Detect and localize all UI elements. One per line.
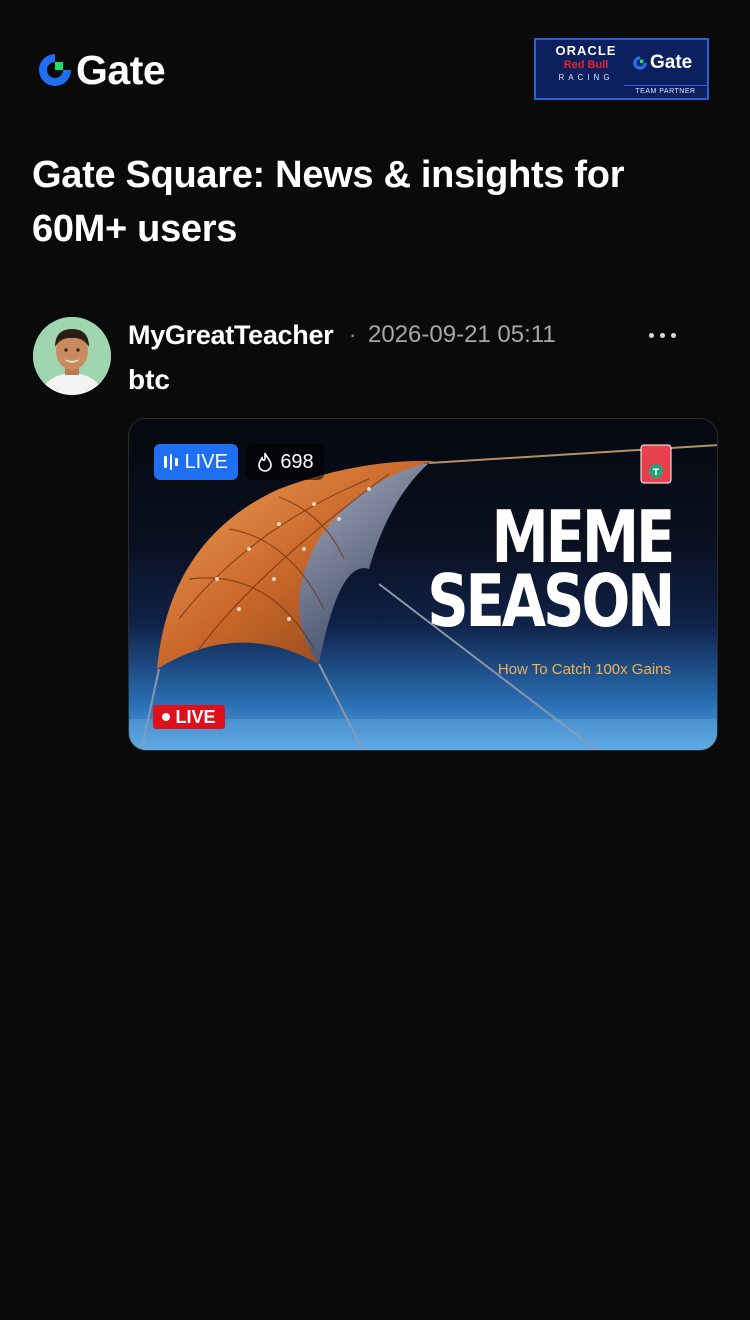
partner-banner[interactable]: ORACLE Red Bull RACING Gate TEAM PARTNER <box>534 38 709 100</box>
live-badge-label: LIVE <box>184 450 228 473</box>
partner-racing-logo: ORACLE Red Bull RACING <box>544 44 628 83</box>
heat-counter: 698 <box>246 444 324 480</box>
live-tag-label: LIVE <box>175 706 216 727</box>
partner-racing-text: RACING <box>558 73 614 82</box>
heat-count: 698 <box>280 450 314 473</box>
post-media-card[interactable]: LIVE 698 T MEME SEASON How To Catch 100x… <box>128 418 718 751</box>
media-headline: MEME SEASON <box>427 501 675 643</box>
partner-oracle-text: ORACLE <box>555 43 617 58</box>
headline-line-2: SEASON <box>427 559 675 643</box>
live-status-badge: LIVE <box>154 444 238 480</box>
svg-text:T: T <box>653 468 660 478</box>
post-author[interactable]: MyGreatTeacher <box>128 318 334 352</box>
partner-redbull-text: Red Bull <box>563 59 609 71</box>
logo-text: Gate <box>76 47 166 93</box>
gate-logo-icon <box>633 56 647 70</box>
recording-dot-icon <box>162 713 171 721</box>
avatar[interactable] <box>33 317 111 395</box>
avatar-image <box>33 317 111 395</box>
page-title: Gate Square: News & insights for 60M+ us… <box>32 154 625 250</box>
live-tag: LIVE <box>153 705 225 729</box>
partner-gate-logo: Gate <box>632 52 692 74</box>
app-header: Gate ORACLE Red Bull RACING Gate TEAM PA… <box>0 0 750 140</box>
media-subheadline: How To Catch 100x Gains <box>497 661 671 678</box>
post-timestamp: 2026-09-21 05:11 <box>368 321 556 348</box>
tether-tag-icon: T <box>640 444 672 484</box>
flame-icon <box>258 452 273 472</box>
live-bars-icon <box>164 454 178 470</box>
post-text: btc <box>128 364 170 395</box>
partner-footer-text: TEAM PARTNER <box>624 85 707 98</box>
partner-gate-text: Gate <box>650 52 693 73</box>
gate-logo-icon <box>39 54 71 86</box>
meta-separator: · <box>349 322 357 347</box>
gate-logo[interactable]: Gate <box>36 47 166 93</box>
more-options-icon[interactable] <box>638 318 686 352</box>
